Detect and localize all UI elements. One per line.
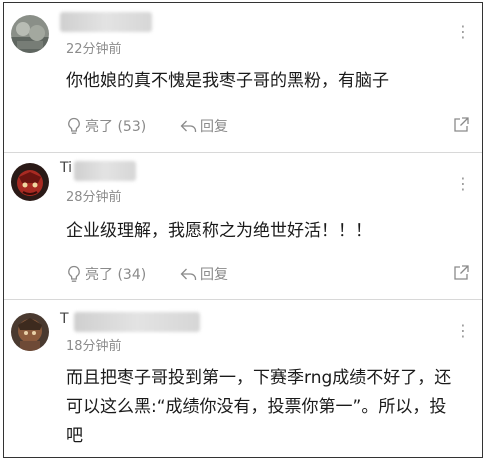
comment-item: Ti 28分钟前 ⋮ 企业级理解，我愿称之为绝世好活！！！ 亮了 (34) 回复 bbox=[4, 155, 482, 302]
username-blurred[interactable] bbox=[74, 312, 200, 332]
like-count-label: 亮了 (34) bbox=[85, 267, 147, 283]
reply-button[interactable]: 回复 bbox=[180, 116, 228, 136]
like-button[interactable]: 亮了 (34) bbox=[66, 264, 146, 284]
comment-actions: 亮了 (53) 回复 bbox=[66, 116, 466, 136]
reply-arrow-icon bbox=[180, 268, 197, 280]
comment-text: 你他娘的真不愧是我枣子哥的黑粉，有脑子 bbox=[66, 71, 389, 91]
username-blurred[interactable] bbox=[74, 161, 136, 181]
lightbulb-icon bbox=[68, 117, 80, 134]
share-icon[interactable] bbox=[452, 264, 470, 286]
username-visible[interactable]: Ti bbox=[60, 160, 72, 176]
avatar[interactable] bbox=[11, 313, 49, 351]
timestamp: 22分钟前 bbox=[66, 42, 122, 57]
like-button[interactable]: 亮了 (53) bbox=[66, 116, 146, 136]
avatar[interactable] bbox=[11, 163, 49, 201]
comment-item: 22分钟前 ⋮ 你他娘的真不愧是我枣子哥的黑粉，有脑子 亮了 (53) 回复 bbox=[4, 3, 482, 155]
username-visible[interactable]: T bbox=[60, 311, 69, 327]
comment-list: 22分钟前 ⋮ 你他娘的真不愧是我枣子哥的黑粉，有脑子 亮了 (53) 回复 T… bbox=[3, 2, 483, 458]
like-count-label: 亮了 (53) bbox=[85, 119, 147, 135]
avatar[interactable] bbox=[11, 15, 49, 53]
more-vertical-icon[interactable]: ⋮ bbox=[455, 176, 471, 192]
share-icon[interactable] bbox=[452, 116, 470, 138]
more-vertical-icon[interactable]: ⋮ bbox=[455, 323, 471, 339]
divider bbox=[4, 152, 482, 153]
timestamp: 18分钟前 bbox=[66, 339, 122, 354]
timestamp: 28分钟前 bbox=[66, 190, 122, 205]
divider bbox=[4, 299, 482, 300]
username-blurred[interactable] bbox=[60, 12, 152, 32]
comment-text: 而且把枣子哥投到第一，下赛季rng成绩不好了，还可以这么黑:“成绩你没有，投票你… bbox=[66, 368, 452, 446]
lightbulb-icon bbox=[68, 265, 80, 282]
more-vertical-icon[interactable]: ⋮ bbox=[455, 24, 471, 40]
reply-label: 回复 bbox=[200, 267, 228, 283]
reply-button[interactable]: 回复 bbox=[180, 264, 228, 284]
comment-text: 企业级理解，我愿称之为绝世好活！！！ bbox=[66, 221, 372, 241]
comment-item: T 18分钟前 ⋮ 而且把枣子哥投到第一，下赛季rng成绩不好了，还可以这么黑:… bbox=[4, 302, 482, 457]
reply-label: 回复 bbox=[200, 119, 228, 135]
comment-actions: 亮了 (34) 回复 bbox=[66, 264, 466, 284]
reply-arrow-icon bbox=[180, 120, 197, 132]
